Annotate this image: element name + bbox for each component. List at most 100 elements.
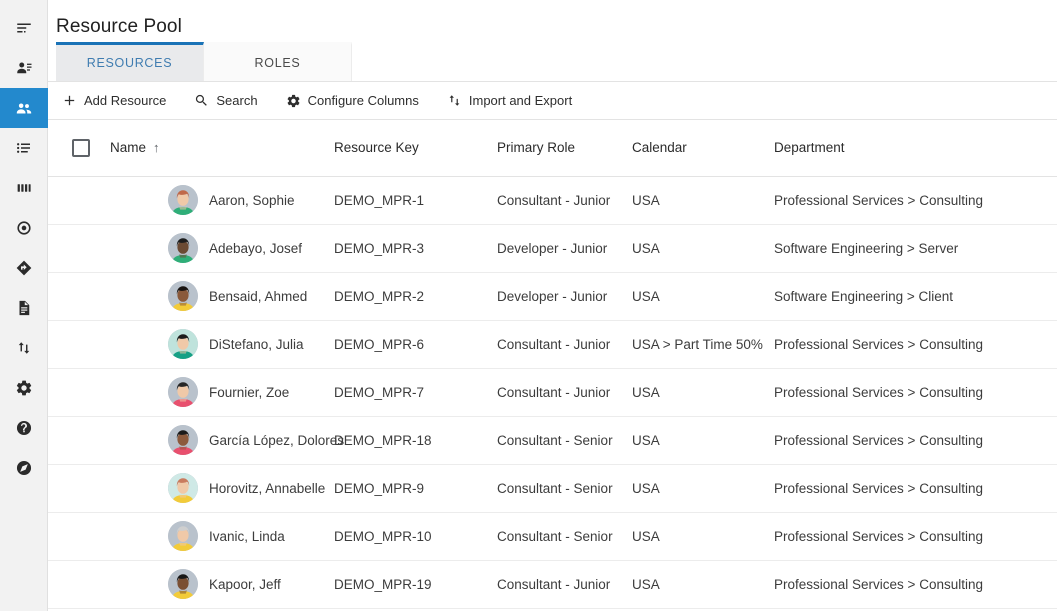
cell-department: Professional Services > Consulting [774,320,1058,369]
tab-resources[interactable]: RESOURCES [56,42,204,81]
cell-calendar-value: USA > Part Time 50% [632,336,763,352]
table-head: Name ↑ Resource Key Primary Role Calenda… [48,120,1058,177]
cell-name[interactable]: DiStefano, Julia [106,320,334,369]
cell-department: Professional Services > Consulting [774,512,1058,561]
import-and-export-button[interactable]: Import and Export [447,89,586,112]
resource-name: Adebayo, Josef [209,240,303,256]
cell-calendar-value: USA [632,432,660,448]
cell-primary-role: Consultant - Senior [497,464,632,513]
resource-table-container[interactable]: Name ↑ Resource Key Primary Role Calenda… [48,120,1058,611]
cell-resource-key-value: DEMO_MPR-19 [334,576,432,592]
row-select-cell[interactable] [48,368,106,417]
search-button[interactable]: Search [194,89,271,112]
avatar [168,233,198,263]
cell-resource-key-value: DEMO_MPR-1 [334,192,425,208]
row-select-cell[interactable] [48,224,106,273]
tab-roles[interactable]: ROLES [204,42,352,81]
row-select-cell[interactable] [48,272,106,321]
resource-name: García López, Dolores [209,432,345,448]
cell-name[interactable]: García López, Dolores [106,416,344,465]
cell-department-value: Professional Services > Consulting [774,192,983,208]
table-row[interactable]: Bensaid, Ahmed DEMO_MPR-2 Developer - Juni… [48,272,1058,321]
table-row[interactable]: DiStefano, Julia DEMO_MPR-6 Consultant - J… [48,320,1058,369]
cell-department-value: Software Engineering > Server [774,240,959,256]
cell-resource-key: DEMO_MPR-3 [334,224,497,273]
target-icon[interactable] [0,208,48,248]
menu-collapse-icon[interactable] [0,8,48,48]
cell-primary-role-value: Developer - Junior [497,288,608,304]
table-row[interactable]: Fournier, Zoe DEMO_MPR-7 Consultant - Juni… [48,368,1058,417]
configure-columns-button[interactable]: Configure Columns [286,89,433,112]
help-icon[interactable] [0,408,48,448]
action-toolbar: Add Resource Search Configure Columns Impor… [48,82,1058,120]
cell-name[interactable]: Bensaid, Ahmed [106,272,334,321]
row-select-cell[interactable] [48,464,106,513]
cell-name[interactable]: Fournier, Zoe [106,368,334,417]
avatar [168,377,198,407]
resource-table: Name ↑ Resource Key Primary Role Calenda… [48,120,1058,609]
cell-calendar-value: USA [632,528,660,544]
select-all-checkbox[interactable] [72,138,90,157]
table-row[interactable]: Ivanic, Linda DEMO_MPR-10 Consultant - Sen… [48,512,1058,561]
toolbar-button-label: Add Resource [84,93,167,108]
list-icon[interactable] [0,128,48,168]
avatar [168,569,198,599]
document-icon[interactable] [0,288,48,328]
cell-department: Professional Services > Consulting [774,176,1058,225]
column-header-name[interactable]: Name ↑ [106,120,334,177]
cell-resource-key: DEMO_MPR-6 [334,320,497,369]
column-header-primary-role-label: Primary Role [497,140,576,156]
cell-primary-role: Consultant - Junior [497,368,632,417]
compass-icon[interactable] [0,448,48,488]
resource-name: Aaron, Sophie [209,192,295,208]
diamond-arrow-icon[interactable] [0,248,48,288]
sort-asc-icon[interactable]: ↑ [153,141,160,154]
settings-gear-icon[interactable] [0,368,48,408]
cell-calendar: USA [632,368,774,417]
cell-calendar: USA [632,512,774,561]
cell-name[interactable]: Aaron, Sophie [106,176,334,225]
table-row[interactable]: Horovitz, Annabelle DEMO_MPR-9 Consultant … [48,464,1058,513]
cell-resource-key: DEMO_MPR-18 [334,416,497,465]
row-select-cell[interactable] [48,176,106,225]
columns-icon[interactable] [0,168,48,208]
column-header-department[interactable]: Department [774,120,1058,177]
toolbar-button-label: Import and Export [468,93,573,108]
column-header-resource-key[interactable]: Resource Key [334,120,497,177]
cell-resource-key: DEMO_MPR-7 [334,368,497,417]
plus-icon [62,93,77,108]
avatar [168,473,198,503]
my-profile-icon[interactable] [0,48,48,88]
column-header-calendar[interactable]: Calendar [632,120,774,177]
cell-calendar: USA [632,176,774,225]
column-header-primary-role[interactable]: Primary Role [497,120,632,177]
cell-department-value: Professional Services > Consulting [774,384,983,400]
row-select-cell[interactable] [48,416,106,465]
cell-calendar-value: USA [632,240,660,256]
table-row[interactable]: Kapoor, Jeff DEMO_MPR-19 Consultant - Juni… [48,560,1058,609]
row-select-cell[interactable] [48,320,106,369]
transfer-icon[interactable] [0,328,48,368]
cell-calendar-value: USA [632,384,660,400]
cell-calendar: USA [632,416,774,465]
cell-department-value: Professional Services > Consulting [774,576,983,592]
cell-resource-key: DEMO_MPR-1 [334,176,497,225]
cell-name[interactable]: Kapoor, Jeff [106,560,334,609]
cell-name[interactable]: Horovitz, Annabelle [106,464,334,513]
table-row[interactable]: Aaron, Sophie DEMO_MPR-1 Consultant - Juni… [48,176,1058,225]
row-select-cell[interactable] [48,560,106,609]
avatar [168,329,198,359]
cell-name[interactable]: Adebayo, Josef [106,224,334,273]
cell-department: Professional Services > Consulting [774,416,1058,465]
cell-resource-key-value: DEMO_MPR-18 [334,432,432,448]
row-select-cell[interactable] [48,512,106,561]
add-resource-button[interactable]: Add Resource [62,89,180,112]
cell-resource-key-value: DEMO_MPR-3 [334,240,425,256]
table-row[interactable]: García López, Dolores DEMO_MPR-18 Consulta… [48,416,1058,465]
table-row[interactable]: Adebayo, Josef DEMO_MPR-3 Developer - Juni… [48,224,1058,273]
cell-resource-key: DEMO_MPR-19 [334,560,497,609]
cell-name[interactable]: Ivanic, Linda [106,512,334,561]
resource-pool-icon[interactable] [0,88,48,128]
cell-primary-role-value: Developer - Junior [497,240,608,256]
cell-department: Software Engineering > Server [774,224,1058,273]
